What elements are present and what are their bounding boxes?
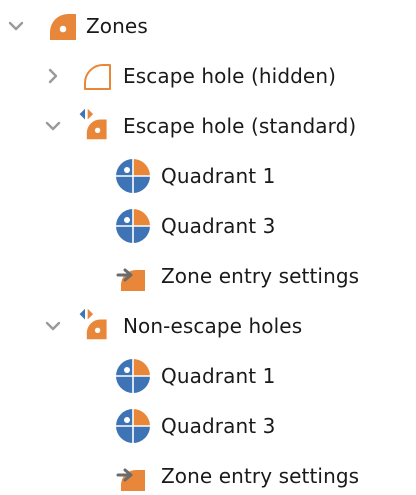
tree-node-label: Quadrant 1	[161, 164, 276, 188]
tree-node-label: Zones	[86, 14, 148, 38]
chevron-down-icon[interactable]	[8, 18, 24, 34]
tree-node-non-escape-holes[interactable]: Non-escape holes	[0, 301, 416, 351]
tree-node-quadrant-3[interactable]: Quadrant 3	[0, 201, 416, 251]
chevron-right-icon[interactable]	[45, 68, 61, 84]
quadrant-icon	[115, 158, 151, 194]
zone-outline-icon	[80, 58, 116, 94]
tree-node-label: Quadrant 1	[161, 364, 276, 388]
zone-entry-icon	[115, 258, 151, 294]
tree-node-escape-hole-hidden[interactable]: Escape hole (hidden)	[0, 51, 416, 101]
zones-tree: Zones Escape hole (hidden) Escape hole (…	[0, 0, 416, 495]
tree-node-label: Quadrant 3	[161, 214, 276, 238]
tree-node-quadrant-1[interactable]: Quadrant 1	[0, 151, 416, 201]
quadrant-icon	[115, 208, 151, 244]
zone-transition-icon	[76, 106, 112, 142]
tree-node-zones[interactable]: Zones	[0, 1, 416, 51]
tree-node-label: Escape hole (hidden)	[123, 64, 337, 88]
tree-node-quadrant-3[interactable]: Quadrant 3	[0, 401, 416, 451]
tree-node-label: Zone entry settings	[161, 464, 360, 488]
chevron-down-icon[interactable]	[45, 118, 61, 134]
tree-node-label: Non-escape holes	[123, 314, 303, 338]
quadrant-icon	[115, 358, 151, 394]
zone-entry-icon	[115, 458, 151, 494]
tree-node-label: Escape hole (standard)	[123, 114, 357, 138]
zone-quarter-icon	[44, 8, 80, 44]
quadrant-icon	[115, 408, 151, 444]
chevron-down-icon[interactable]	[45, 318, 61, 334]
tree-node-zone-entry-settings[interactable]: Zone entry settings	[0, 451, 416, 495]
zone-transition-icon	[76, 306, 112, 342]
tree-node-label: Quadrant 3	[161, 414, 276, 438]
tree-node-quadrant-1[interactable]: Quadrant 1	[0, 351, 416, 401]
tree-node-label: Zone entry settings	[161, 264, 360, 288]
tree-node-escape-hole-standard[interactable]: Escape hole (standard)	[0, 101, 416, 151]
tree-node-zone-entry-settings[interactable]: Zone entry settings	[0, 251, 416, 301]
